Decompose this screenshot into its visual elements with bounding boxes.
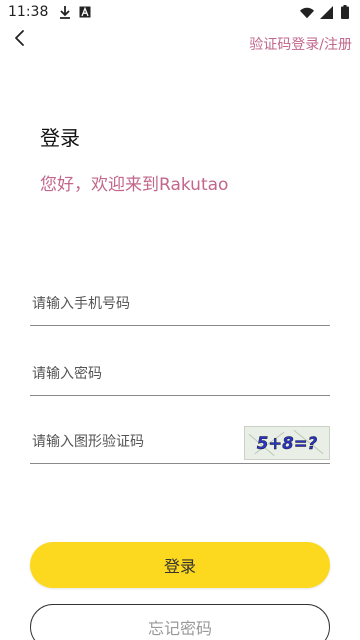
- chevron-left-icon: [13, 29, 27, 51]
- phone-field: [30, 282, 330, 326]
- forgot-password-button[interactable]: 忘记密码: [30, 604, 330, 640]
- font-app-icon: [78, 5, 92, 19]
- login-button[interactable]: 登录: [30, 542, 330, 588]
- download-icon: [58, 5, 72, 19]
- captcha-field: 5+8=?: [30, 420, 330, 464]
- page-title: 登录: [40, 126, 80, 150]
- password-input[interactable]: [30, 365, 330, 382]
- phone-input[interactable]: [30, 295, 330, 312]
- status-bar: 11:38: [0, 0, 360, 24]
- sms-login-register-link[interactable]: 验证码登录/注册: [249, 34, 352, 54]
- back-button[interactable]: [8, 28, 32, 52]
- password-field: [30, 352, 330, 396]
- welcome-message: 您好，欢迎来到Rakutao: [40, 175, 229, 195]
- captcha-input[interactable]: [30, 433, 230, 450]
- captcha-image[interactable]: 5+8=?: [244, 426, 330, 460]
- battery-icon: [338, 5, 352, 19]
- status-time: 11:38: [8, 4, 49, 20]
- wifi-icon: [300, 5, 314, 19]
- captcha-text: 5+8=?: [257, 434, 318, 453]
- signal-icon: [319, 5, 333, 19]
